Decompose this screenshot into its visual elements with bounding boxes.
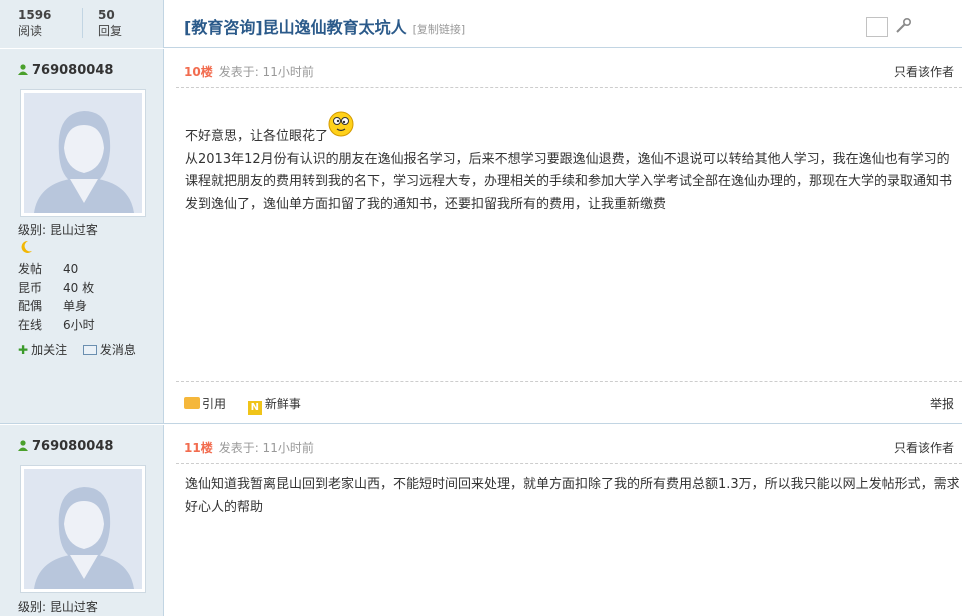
author-name[interactable]: 769080048 [18, 63, 113, 78]
message-body-1: 逸仙知道我暂离昆山回到老家山西，不能短时间回来处理，就单方面扣除了我的所有费用总… [185, 477, 960, 515]
default-avatar-image [24, 469, 142, 589]
post-message: 不好意思，让各位眼花了 从2013年12月份有认识的朋友在逸仙报名学习，后来不想… [185, 111, 961, 216]
quote-label[interactable]: 引用 [202, 397, 226, 411]
author-name-text[interactable]: 769080048 [32, 439, 113, 454]
message-line-1: 不好意思，让各位眼花了 [185, 111, 961, 149]
floor-number[interactable]: 10楼 [184, 65, 213, 79]
post-time: 发表于: 11小时前 [218, 65, 314, 79]
thread-title-text[interactable]: [教育咨询]昆山逸仙教育太坑人 [184, 18, 407, 37]
author-name-text[interactable]: 769080048 [32, 63, 113, 78]
author-sidebar: 769080048 级别: 昆山过客 [0, 425, 164, 616]
author-sidebar: 769080048 级别: 昆山过客 发帖 40 昆币 40 枚 配偶 单身 在… [0, 49, 164, 423]
stat-key: 昆币 [18, 280, 43, 295]
only-author-link[interactable]: 只看该作者 [894, 63, 954, 80]
thread-stats: 1596 阅读 50 回复 [0, 0, 164, 48]
replies-stat: 50 回复 [98, 8, 168, 39]
plus-icon: ✚ [18, 343, 29, 357]
floor-number[interactable]: 11楼 [184, 441, 213, 455]
thread-title[interactable]: [教育咨询]昆山逸仙教育太坑人 [复制链接] [184, 14, 465, 38]
stat-value: 40 枚 [63, 280, 95, 295]
avatar-silhouette-icon [24, 469, 142, 589]
default-avatar-image [24, 93, 142, 213]
post-floor-11: 769080048 级别: 昆山过客 11楼发表于: 11小时前 只看该作者 [0, 425, 962, 616]
footer-divider [176, 381, 962, 382]
message-button[interactable]: 发消息 [82, 343, 136, 357]
avatar[interactable] [20, 465, 146, 593]
stat-online: 在线 6小时 [18, 316, 95, 335]
follow-button[interactable]: ✚ 加关注 [18, 343, 67, 357]
fresh-label[interactable]: 新鲜事 [265, 397, 301, 411]
post-message: 逸仙知道我暂离昆山回到老家山西，不能短时间回来处理，就单方面扣除了我的所有费用总… [185, 474, 961, 519]
stat-key: 发帖 [18, 262, 43, 276]
message-body-2: 从2013年12月份有认识的朋友在逸仙报名学习，后来不想学习要跟逸仙退费，逸仙不… [185, 151, 953, 212]
meta-divider [176, 87, 962, 88]
stats-divider [82, 8, 83, 38]
views-count: 1596 [18, 8, 52, 22]
follow-label[interactable]: 加关注 [31, 343, 67, 357]
post-meta: 11楼 发表于: 11小时前 [184, 439, 314, 456]
moon-icon [21, 240, 32, 253]
report-link[interactable]: 举报 [930, 395, 954, 412]
meta-divider [176, 463, 962, 464]
post-meta: 10楼 发表于: 11小时前 [184, 63, 314, 80]
thread-page: 1596 阅读 50 回复 [教育咨询]昆山逸仙教育太坑人 [复制链接] 7690… [0, 0, 962, 616]
stat-key: 配偶 [18, 299, 43, 313]
print-checkbox[interactable] [866, 17, 888, 37]
stat-value: 6小时 [63, 317, 95, 332]
level-value: 昆山过客 [49, 600, 98, 614]
level-label: 级别: [18, 223, 47, 237]
author-name[interactable]: 769080048 [18, 439, 113, 454]
only-author-link[interactable]: 只看该作者 [894, 439, 954, 456]
author-level: 级别: 昆山过客 [18, 598, 98, 615]
stat-value: 40 [63, 262, 79, 276]
author-level: 级别: 昆山过客 [18, 221, 98, 238]
level-label: 级别: [18, 600, 47, 614]
stat-posts: 发帖 40 [18, 260, 95, 279]
post-time: 发表于: 11小时前 [218, 441, 314, 455]
stat-spouse: 配偶 单身 [18, 297, 95, 316]
stat-coins: 昆币 40 枚 [18, 279, 95, 298]
quote-button[interactable]: 引用 [184, 397, 226, 411]
quote-icon [184, 397, 200, 409]
author-stats: 发帖 40 昆币 40 枚 配偶 单身 在线 6小时 [18, 260, 95, 334]
thread-header: 1596 阅读 50 回复 [教育咨询]昆山逸仙教育太坑人 [复制链接] [0, 0, 962, 48]
fresh-button[interactable]: N 新鲜事 [247, 397, 301, 415]
message-label[interactable]: 发消息 [100, 343, 136, 357]
copy-link[interactable]: [复制链接] [413, 23, 466, 36]
post-footer: 引用 N 新鲜事 [184, 395, 319, 415]
dizzy-face-emoji-icon [328, 111, 354, 137]
replies-count: 50 [98, 8, 115, 22]
avatar-silhouette-icon [24, 93, 142, 213]
replies-label: 回复 [98, 24, 123, 38]
level-value: 昆山过客 [49, 223, 98, 237]
post-floor-10: 769080048 级别: 昆山过客 发帖 40 昆币 40 枚 配偶 单身 在… [0, 49, 962, 424]
avatar[interactable] [20, 89, 146, 217]
author-actions: ✚ 加关注 发消息 [18, 341, 148, 358]
stat-key: 在线 [18, 317, 43, 332]
wrench-icon[interactable] [894, 17, 912, 35]
user-icon [18, 64, 28, 75]
user-icon [18, 440, 28, 451]
views-stat: 1596 阅读 [18, 8, 88, 39]
views-label: 阅读 [18, 24, 43, 38]
message-text-1: 不好意思，让各位眼花了 [185, 129, 329, 144]
fresh-n-icon: N [247, 401, 262, 415]
stat-value: 单身 [63, 299, 88, 313]
envelope-icon [82, 345, 97, 355]
